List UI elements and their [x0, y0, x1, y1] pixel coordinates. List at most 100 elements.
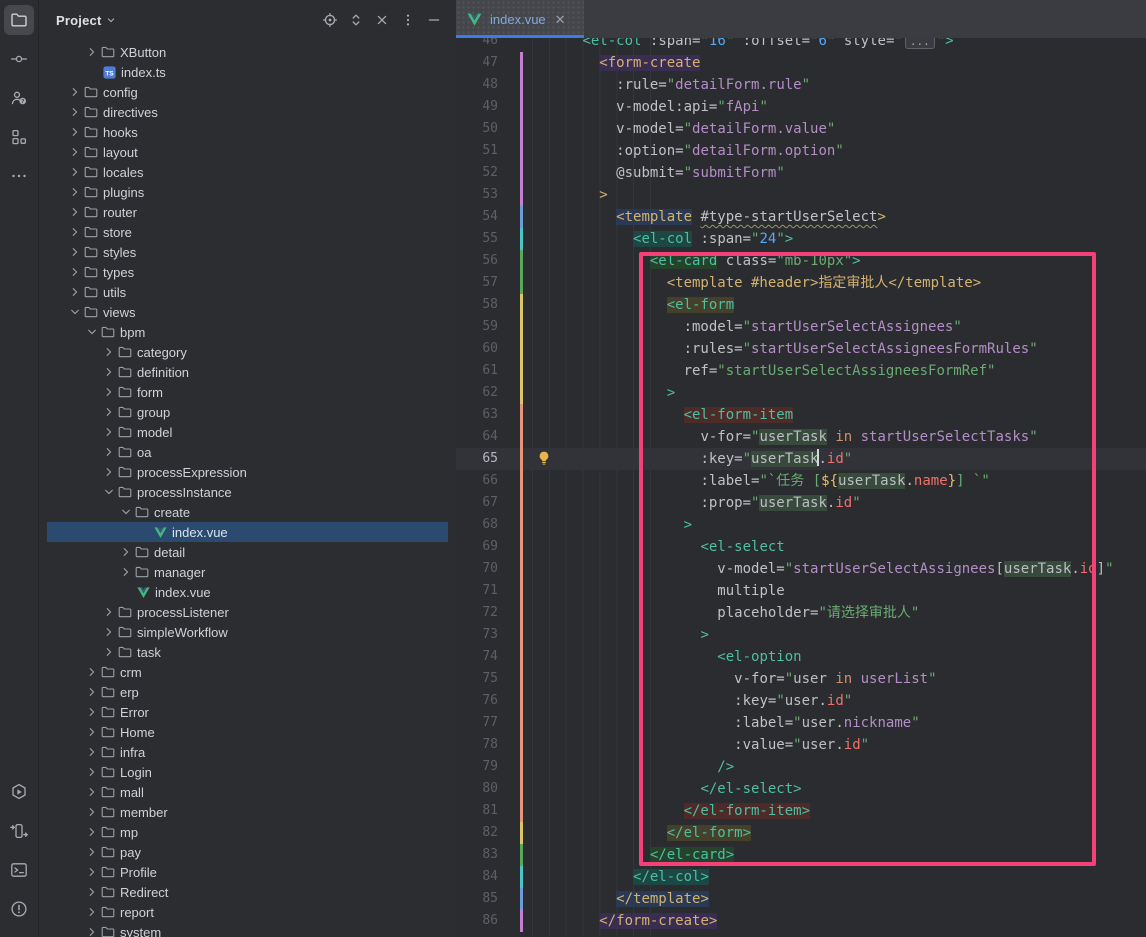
- line-number[interactable]: 53: [456, 184, 498, 206]
- line-number[interactable]: 65: [456, 448, 498, 470]
- tree-item-mp[interactable]: mp: [39, 822, 456, 842]
- chevron-collapsed-icon[interactable]: [101, 464, 117, 480]
- chevron-collapsed-icon[interactable]: [101, 344, 117, 360]
- code-line-86[interactable]: 86 </form-create>: [456, 910, 1146, 932]
- line-number[interactable]: 50: [456, 118, 498, 140]
- chevron-collapsed-icon[interactable]: [84, 824, 100, 840]
- tree-item-store[interactable]: store: [39, 222, 456, 242]
- tree-item-plugins[interactable]: plugins: [39, 182, 456, 202]
- tree-item-bpm[interactable]: bpm: [39, 322, 456, 342]
- tree-item-processExpression[interactable]: processExpression: [39, 462, 456, 482]
- tree-item-simpleWorkflow[interactable]: simpleWorkflow: [39, 622, 456, 642]
- code-line-47[interactable]: 47 <form-create: [456, 52, 1146, 74]
- line-number[interactable]: 74: [456, 646, 498, 668]
- line-number[interactable]: 67: [456, 492, 498, 514]
- chevron-collapsed-icon[interactable]: [84, 664, 100, 680]
- chevron-collapsed-icon[interactable]: [101, 624, 117, 640]
- line-number[interactable]: 79: [456, 756, 498, 778]
- code-line-83[interactable]: 83 </el-card>: [456, 844, 1146, 866]
- tree-item-layout[interactable]: layout: [39, 142, 456, 162]
- line-number[interactable]: 76: [456, 690, 498, 712]
- tree-item-config[interactable]: config: [39, 82, 456, 102]
- line-number[interactable]: 84: [456, 866, 498, 888]
- chevron-collapsed-icon[interactable]: [101, 384, 117, 400]
- chevron-collapsed-icon[interactable]: [118, 544, 134, 560]
- tool-button-services[interactable]: [4, 816, 34, 846]
- tree-item-form[interactable]: form: [39, 382, 456, 402]
- tool-button-run[interactable]: [4, 777, 34, 807]
- chevron-down-icon[interactable]: [104, 13, 118, 27]
- code-line-57[interactable]: 57 <template #header>指定审批人</template>: [456, 272, 1146, 294]
- line-number[interactable]: 52: [456, 162, 498, 184]
- tree-item-Login[interactable]: Login: [39, 762, 456, 782]
- code-line-61[interactable]: 61 ref="startUserSelectAssigneesFormRef": [456, 360, 1146, 382]
- chevron-collapsed-icon[interactable]: [118, 564, 134, 580]
- code-line-64[interactable]: 64 v-for="userTask in startUserSelectTas…: [456, 426, 1146, 448]
- code-line-71[interactable]: 71 multiple: [456, 580, 1146, 602]
- tool-button-code-review[interactable]: ?: [4, 83, 34, 113]
- code-line-56[interactable]: 56 <el-card class="mb-10px">: [456, 250, 1146, 272]
- code-line-77[interactable]: 77 :label="user.nickname": [456, 712, 1146, 734]
- code-line-81[interactable]: 81 </el-form-item>: [456, 800, 1146, 822]
- line-number[interactable]: 58: [456, 294, 498, 316]
- tree-item-create[interactable]: create: [39, 502, 456, 522]
- tree-item-mall[interactable]: mall: [39, 782, 456, 802]
- tree-item-index.ts[interactable]: TSindex.ts: [39, 62, 456, 82]
- code-line-54[interactable]: 54 <template #type-startUserSelect>: [456, 206, 1146, 228]
- project-panel-title[interactable]: Project: [56, 13, 101, 28]
- chevron-collapsed-icon[interactable]: [101, 364, 117, 380]
- code-line-60[interactable]: 60 :rules="startUserSelectAssigneesFormR…: [456, 338, 1146, 360]
- tree-item-report[interactable]: report: [39, 902, 456, 922]
- tree-item-oa[interactable]: oa: [39, 442, 456, 462]
- code-line-76[interactable]: 76 :key="user.id": [456, 690, 1146, 712]
- chevron-collapsed-icon[interactable]: [67, 124, 83, 140]
- tree-item-styles[interactable]: styles: [39, 242, 456, 262]
- tool-button-more-horizontal[interactable]: [4, 161, 34, 191]
- tool-button-project-folder[interactable]: [4, 5, 34, 35]
- line-number[interactable]: 54: [456, 206, 498, 228]
- code-line-73[interactable]: 73 >: [456, 624, 1146, 646]
- line-number[interactable]: 46: [456, 38, 498, 52]
- code-line-66[interactable]: 66 :label="`任务 [${userTask.name}] `": [456, 470, 1146, 492]
- code-line-50[interactable]: 50 v-model="detailForm.value": [456, 118, 1146, 140]
- line-number[interactable]: 73: [456, 624, 498, 646]
- chevron-collapsed-icon[interactable]: [84, 784, 100, 800]
- line-number[interactable]: 77: [456, 712, 498, 734]
- tree-item-category[interactable]: category: [39, 342, 456, 362]
- tool-button-terminal[interactable]: [4, 855, 34, 885]
- code-line-74[interactable]: 74 <el-option: [456, 646, 1146, 668]
- code-line-59[interactable]: 59 :model="startUserSelectAssignees": [456, 316, 1146, 338]
- line-number[interactable]: 59: [456, 316, 498, 338]
- line-number[interactable]: 70: [456, 558, 498, 580]
- tree-item-index.vue[interactable]: index.vue: [39, 582, 456, 602]
- panel-action-locate[interactable]: [318, 8, 342, 32]
- tree-item-processInstance[interactable]: processInstance: [39, 482, 456, 502]
- code-line-51[interactable]: 51 :option="detailForm.option": [456, 140, 1146, 162]
- tool-button-commit[interactable]: [4, 44, 34, 74]
- intention-bulb-icon[interactable]: [536, 450, 552, 466]
- line-number[interactable]: 86: [456, 910, 498, 932]
- line-number[interactable]: 48: [456, 74, 498, 96]
- code-line-68[interactable]: 68 >: [456, 514, 1146, 536]
- chevron-expanded-icon[interactable]: [84, 324, 100, 340]
- tree-item-utils[interactable]: utils: [39, 282, 456, 302]
- line-number[interactable]: 66: [456, 470, 498, 492]
- panel-action-hide[interactable]: [422, 8, 446, 32]
- tool-button-problems[interactable]: [4, 894, 34, 924]
- code-area[interactable]: 46 <el-col :span="16" :offset="6" style=…: [456, 38, 1146, 937]
- tree-item-Home[interactable]: Home: [39, 722, 456, 742]
- chevron-collapsed-icon[interactable]: [67, 264, 83, 280]
- tab-index-vue[interactable]: index.vue ✕: [456, 0, 584, 38]
- panel-action-collapse-all[interactable]: [370, 8, 394, 32]
- line-number[interactable]: 55: [456, 228, 498, 250]
- code-line-49[interactable]: 49 v-model:api="fApi": [456, 96, 1146, 118]
- line-number[interactable]: 62: [456, 382, 498, 404]
- chevron-collapsed-icon[interactable]: [67, 224, 83, 240]
- tree-item-directives[interactable]: directives: [39, 102, 456, 122]
- tool-button-structure[interactable]: [4, 122, 34, 152]
- line-number[interactable]: 75: [456, 668, 498, 690]
- chevron-collapsed-icon[interactable]: [84, 684, 100, 700]
- code-line-82[interactable]: 82 </el-form>: [456, 822, 1146, 844]
- tree-item-processListener[interactable]: processListener: [39, 602, 456, 622]
- line-number[interactable]: 63: [456, 404, 498, 426]
